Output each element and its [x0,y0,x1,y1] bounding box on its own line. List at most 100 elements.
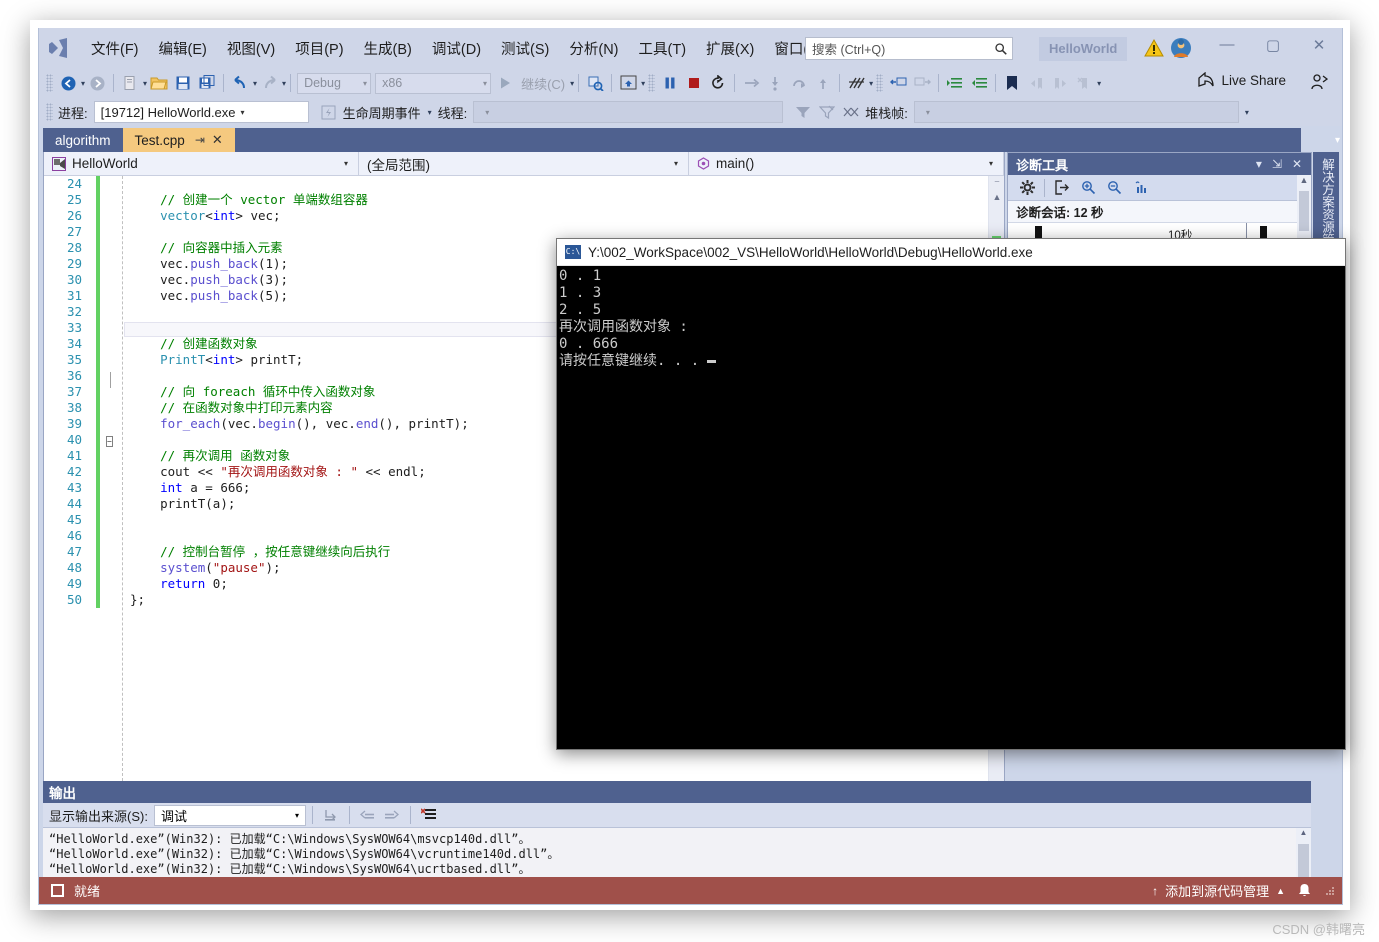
tab-algorithm[interactable]: algorithm [43,128,123,152]
indent-button[interactable] [943,71,967,95]
member-scope-combo[interactable]: main() ▾ [689,152,1004,176]
show-next-statement-button[interactable] [739,71,763,95]
menu-extensions[interactable]: 扩展(X) [696,34,764,63]
undo-button[interactable] [228,71,252,95]
toolbar-grip-3[interactable] [876,74,883,92]
threads-button[interactable] [844,71,868,95]
continue-play-icon[interactable] [493,71,517,95]
redo-button[interactable] [257,71,281,95]
tab-strip-overflow-icon[interactable]: ▾ [1304,128,1343,152]
diagnostic-pin-icon[interactable]: ⇲ [1267,157,1287,171]
scroll-up-arrow-icon[interactable]: ▲ [989,192,1005,208]
diagnostic-close-icon[interactable]: ✕ [1287,157,1307,171]
diagnostic-zoom-out-icon[interactable] [1101,177,1127,199]
type-scope-combo[interactable]: (全局范围) ▾ [359,152,689,176]
redo-caret-icon[interactable]: ▾ [282,79,286,88]
outdent-button[interactable] [967,71,991,95]
continue-caret-icon[interactable]: ▾ [570,79,574,88]
home-view-button[interactable] [616,71,640,95]
next-message-icon[interactable] [380,804,404,826]
project-scope-combo[interactable]: HelloWorld ▾ [44,152,359,176]
bookmarks-caret-icon[interactable]: ▾ [1097,79,1101,88]
process-combo[interactable]: [19712] HelloWorld.exe ▾ [94,101,309,123]
diagnostic-tools-title: 诊断工具 [1016,155,1251,174]
toggle-bookmark-button[interactable] [1000,71,1024,95]
attach-process-button[interactable] [583,71,607,95]
pin-icon[interactable]: ⇥ [195,133,205,147]
fold-toggle-icon[interactable]: − [106,432,118,448]
next-bookmark-button[interactable] [1048,71,1072,95]
toolbar-grip[interactable] [46,74,53,92]
diagnostic-scroll-up-icon[interactable]: ▲ [1297,175,1311,185]
resize-grip-icon[interactable] [1318,885,1338,897]
home-caret-icon[interactable]: ▾ [641,79,645,88]
step-out-button[interactable] [811,71,835,95]
open-file-button[interactable] [147,71,171,95]
comment-selection-button[interactable] [886,71,910,95]
save-all-button[interactable] [195,71,219,95]
menu-debug[interactable]: 调试(D) [422,34,491,63]
filter-icon[interactable] [791,100,815,124]
stack-frame-combo[interactable]: ▾ [914,101,1239,123]
menu-analyze[interactable]: 分析(N) [559,34,628,63]
restart-button[interactable] [706,71,730,95]
output-scroll-up-icon[interactable]: ▲ [1296,828,1311,837]
solution-configuration-combo[interactable]: Debug ▾ [297,73,371,94]
scroll-split-icon[interactable]: ⎯ [989,176,1005,192]
new-file-button[interactable] [118,71,142,95]
call-stack-unwind-icon[interactable] [839,100,863,124]
close-button[interactable]: ✕ [1296,28,1342,61]
maximize-button[interactable]: ▢ [1250,28,1296,61]
clear-bookmarks-button[interactable] [1072,71,1096,95]
pause-button[interactable] [658,71,682,95]
prev-bookmark-button[interactable] [1024,71,1048,95]
diagnostic-dropdown-icon[interactable]: ▾ [1251,157,1267,171]
thread-combo[interactable]: ▾ [473,101,783,123]
diagnostic-scroll-thumb[interactable] [1299,191,1309,231]
close-tab-icon[interactable]: ✕ [212,132,223,148]
live-share-button[interactable]: Live Share [1197,72,1286,88]
tab-test-cpp[interactable]: Test.cpp ⇥ ✕ [123,128,235,152]
navigate-forward-button[interactable] [85,71,109,95]
lifecycle-events-label[interactable]: 生命周期事件 [341,103,427,122]
menu-project[interactable]: 项目(P) [285,34,353,63]
step-over-button[interactable] [787,71,811,95]
threads-caret-icon[interactable]: ▾ [869,79,873,88]
clear-all-icon[interactable] [417,804,441,826]
navigate-back-button[interactable] [56,71,80,95]
diagnostic-export-icon[interactable] [1049,177,1075,199]
notifications-button[interactable] [1291,883,1318,898]
menu-build[interactable]: 生成(B) [354,34,422,63]
diagnostic-zoom-in-icon[interactable] [1075,177,1101,199]
uncomment-selection-button[interactable] [910,71,934,95]
output-scroll-thumb[interactable] [1298,844,1309,880]
save-button[interactable] [171,71,195,95]
warning-icon[interactable] [1144,38,1164,58]
step-into-button[interactable] [763,71,787,95]
continue-label[interactable]: 继续(C) [517,74,569,93]
live-share-accounts-button[interactable] [1310,73,1328,96]
solution-platform-combo[interactable]: x86 ▾ [375,73,491,94]
menu-edit[interactable]: 编辑(E) [149,34,217,63]
lifecycle-events-icon[interactable] [317,100,341,124]
debug-toolbar-grip[interactable] [46,103,53,121]
source-control-button[interactable]: ↑ 添加到源代码管理 ▲ [1146,881,1291,900]
output-source-combo[interactable]: 调试 ▾ [154,805,306,826]
stop-debug-button[interactable] [682,71,706,95]
go-to-message-icon[interactable] [319,804,343,826]
menu-file[interactable]: 文件(F) [81,34,149,63]
debug-toolbar-overflow-icon[interactable]: ▾ [1245,108,1249,117]
previous-message-icon[interactable] [356,804,380,826]
menu-test[interactable]: 测试(S) [491,34,559,63]
diagnostic-settings-icon[interactable] [1014,177,1040,199]
filter-clear-icon[interactable] [815,100,839,124]
user-account-icon[interactable] [1169,36,1193,60]
console-title-bar[interactable]: C:\ Y:\002_WorkSpace\002_VS\HelloWorld\H… [557,239,1345,266]
minimize-button[interactable]: — [1204,28,1250,61]
diagnostic-chart-icon[interactable] [1127,177,1153,199]
search-input[interactable]: 搜索 (Ctrl+Q) [805,37,1013,60]
toolbar-grip-2[interactable] [648,74,655,92]
menu-view[interactable]: 视图(V) [217,34,285,63]
console-window[interactable]: C:\ Y:\002_WorkSpace\002_VS\HelloWorld\H… [556,238,1346,750]
menu-tools[interactable]: 工具(T) [629,34,697,63]
